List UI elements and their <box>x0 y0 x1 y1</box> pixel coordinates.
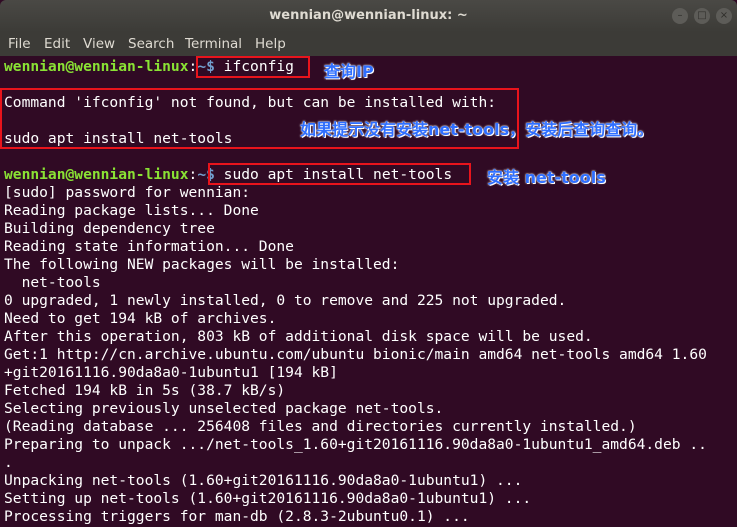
window-title: wennian@wennian-linux: ~ <box>269 8 468 23</box>
close-icon[interactable]: × <box>716 8 732 24</box>
menu-edit[interactable]: Edit <box>44 36 70 52</box>
maximize-icon[interactable]: □ <box>694 8 710 24</box>
output-line: net-tools <box>4 274 101 291</box>
menu-view[interactable]: View <box>83 36 115 52</box>
title-bar[interactable]: wennian@wennian-linux: ~ – □ × <box>0 0 737 32</box>
menu-help[interactable]: Help <box>255 36 286 52</box>
highlight-box-install <box>208 163 471 185</box>
output-line: Reading package lists... Done <box>4 202 259 219</box>
prompt-user-host: wennian@wennian-linux <box>4 166 189 183</box>
output-line: . <box>4 454 13 471</box>
highlight-box-ifconfig <box>196 56 310 78</box>
menu-search[interactable]: Search <box>128 36 174 52</box>
output-line: Selecting previously unselected package … <box>4 400 444 417</box>
output-line: Get:1 http://cn.archive.ubuntu.com/ubunt… <box>4 346 707 363</box>
menu-bar: File Edit View Search Terminal Help <box>0 32 737 56</box>
minimize-icon[interactable]: – <box>672 8 688 24</box>
output-line: Building dependency tree <box>4 220 215 237</box>
menu-terminal[interactable]: Terminal <box>185 36 242 52</box>
output-line: Setting up net-tools (1.60+git20161116.9… <box>4 490 532 507</box>
annotation-hint: 如果提示没有安装net-tools，安装后查询查询。 <box>300 120 654 139</box>
output-line: After this operation, 803 kB of addition… <box>4 328 593 345</box>
annotation-install: 安装 net-tools <box>487 168 606 187</box>
output-line: Unpacking net-tools (1.60+git20161116.90… <box>4 472 523 489</box>
terminal-output[interactable]: wennian@wennian-linux:~$ ifconfig Comman… <box>0 56 737 527</box>
prompt-colon: : <box>188 166 198 183</box>
output-line: Reading state information... Done <box>4 238 294 255</box>
output-line: 0 upgraded, 1 newly installed, 0 to remo… <box>4 292 567 309</box>
prompt-user-host: wennian@wennian-linux <box>4 58 189 75</box>
output-line: Need to get 194 kB of archives. <box>4 310 277 327</box>
output-line: Fetched 194 kB in 5s (38.7 kB/s) <box>4 382 286 399</box>
output-line: (Reading database ... 256408 files and d… <box>4 418 637 435</box>
annotation-query-ip: 查询IP <box>324 62 374 81</box>
output-line: Preparing to unpack .../net-tools_1.60+g… <box>4 436 707 453</box>
output-line: [sudo] password for wennian: <box>4 184 251 201</box>
terminal-window: wennian@wennian-linux: ~ – □ × File Edit… <box>0 0 737 527</box>
output-line: The following NEW packages will be insta… <box>4 256 400 273</box>
menu-file[interactable]: File <box>8 36 31 52</box>
output-line: +git20161116.90da8a0-1ubuntu1 [194 kB] <box>4 364 338 381</box>
output-line: Processing triggers for man-db (2.8.3-2u… <box>4 508 470 525</box>
